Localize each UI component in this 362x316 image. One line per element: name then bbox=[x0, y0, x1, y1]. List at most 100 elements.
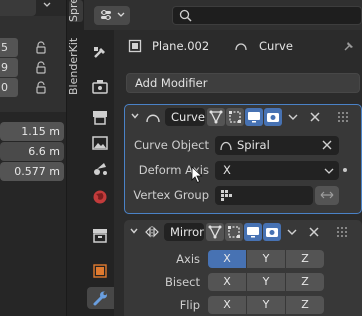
flip-x-toggle[interactable]: X bbox=[208, 296, 246, 314]
editor-type-button[interactable] bbox=[94, 6, 130, 25]
curve-object-value: Spiral bbox=[237, 138, 270, 152]
view-layer-icon bbox=[89, 136, 111, 157]
axis-label: Axis bbox=[176, 252, 200, 266]
axis-z-toggle[interactable]: Z bbox=[286, 250, 324, 268]
tool-icon bbox=[89, 47, 111, 67]
render-toggle[interactable] bbox=[263, 223, 281, 241]
search-icon bbox=[179, 9, 193, 26]
invert-vertex-group-button[interactable] bbox=[315, 186, 339, 205]
object-icon bbox=[89, 264, 111, 285]
vertex-group-field[interactable] bbox=[215, 186, 313, 205]
tab-object[interactable] bbox=[89, 260, 111, 282]
viewport-display-toggle[interactable] bbox=[244, 223, 262, 241]
collapse-chevron-icon[interactable] bbox=[129, 110, 141, 125]
tab-collection[interactable] bbox=[89, 224, 111, 246]
cage-toggle[interactable] bbox=[225, 223, 243, 241]
animate-property-dot[interactable] bbox=[343, 168, 347, 172]
dimension-z-field[interactable]: 0.577 m bbox=[0, 162, 64, 181]
curve-object-field[interactable]: Spiral bbox=[215, 136, 339, 155]
cage-icon bbox=[226, 111, 244, 129]
lock-icon[interactable] bbox=[34, 61, 48, 75]
dropdown-chevron-icon[interactable] bbox=[286, 110, 300, 127]
tab-world[interactable] bbox=[89, 186, 111, 208]
transform-row: 0 bbox=[0, 78, 54, 97]
axis-x-toggle[interactable]: X bbox=[208, 250, 246, 268]
tab-sprea-label: Sprea bbox=[67, 0, 80, 22]
pin-icon[interactable] bbox=[342, 39, 356, 56]
render-icon bbox=[89, 80, 111, 101]
viewport-display-toggle[interactable] bbox=[245, 108, 263, 126]
tab-render[interactable] bbox=[89, 76, 111, 98]
bisect-z-toggle[interactable]: Z bbox=[286, 273, 324, 291]
deform-axis-dropdown[interactable]: X bbox=[215, 161, 339, 180]
transform-row: 5 bbox=[0, 38, 54, 57]
close-icon[interactable] bbox=[308, 110, 322, 127]
close-icon[interactable] bbox=[307, 225, 321, 242]
collection-icon bbox=[89, 229, 111, 249]
chevron-down-icon[interactable] bbox=[40, 0, 54, 14]
tab-sprea[interactable]: Sprea bbox=[67, 0, 83, 22]
vertex-group-label: Vertex Group bbox=[133, 188, 209, 202]
world-icon bbox=[89, 190, 111, 211]
tab-tool[interactable] bbox=[89, 42, 111, 64]
edit-mode-icon bbox=[207, 110, 225, 129]
output-icon bbox=[89, 111, 111, 131]
sidebar-tab-strip: Sprea BlenderKit bbox=[66, 0, 84, 316]
properties-header bbox=[84, 0, 362, 30]
mirror-modifier-panel: Mirror Axis X Y Z Bisect X Y Z Flip X Y … bbox=[124, 220, 362, 316]
object-name: Plane.002 bbox=[152, 39, 210, 53]
curve-modifier-header: Curve bbox=[125, 105, 361, 129]
curve-data-icon bbox=[219, 138, 233, 158]
chevron-down-icon bbox=[323, 164, 335, 183]
flip-label: Flip bbox=[179, 298, 200, 312]
dropdown-chevron-icon[interactable] bbox=[285, 225, 299, 242]
flip-y-toggle[interactable]: Y bbox=[247, 296, 285, 314]
mouse-cursor-icon bbox=[191, 166, 203, 187]
sidebar-top-button[interactable] bbox=[0, 0, 36, 16]
transform-value-field[interactable]: 0 bbox=[0, 78, 18, 97]
modifier-context-name: Curve bbox=[259, 39, 293, 53]
tab-blenderkit[interactable]: BlenderKit bbox=[67, 36, 85, 96]
lock-icon[interactable] bbox=[34, 41, 48, 55]
flip-z-toggle[interactable]: Z bbox=[286, 296, 324, 314]
modifier-name-field[interactable]: Curve bbox=[165, 108, 205, 126]
properties-editor: Plane.002 Curve Add Modifier Curve Curve… bbox=[84, 0, 362, 316]
drag-handle-icon[interactable] bbox=[334, 225, 348, 242]
scene-icon bbox=[89, 163, 111, 183]
bisect-y-toggle[interactable]: Y bbox=[247, 273, 285, 291]
edit-mode-toggle[interactable] bbox=[207, 108, 225, 126]
viewport-sidebar: 5 9 0 1.15 m 6.6 m 0.577 m bbox=[0, 0, 66, 316]
clear-field-icon[interactable] bbox=[320, 138, 334, 158]
axis-y-toggle[interactable]: Y bbox=[247, 250, 285, 268]
transform-value-field[interactable]: 5 bbox=[0, 38, 18, 57]
edit-mode-toggle[interactable] bbox=[206, 223, 224, 241]
monitor-icon bbox=[244, 227, 262, 244]
wrench-icon bbox=[89, 287, 111, 312]
tab-output[interactable] bbox=[89, 106, 111, 128]
camera-icon bbox=[263, 228, 281, 244]
cage-toggle[interactable] bbox=[226, 108, 244, 126]
transform-row: 9 bbox=[0, 58, 54, 77]
collapse-chevron-icon[interactable] bbox=[128, 225, 140, 240]
curve-modifier-icon bbox=[145, 109, 161, 128]
drag-handle-icon[interactable] bbox=[335, 110, 349, 127]
dimension-x-field[interactable]: 1.15 m bbox=[0, 122, 64, 141]
render-toggle[interactable] bbox=[264, 108, 282, 126]
tab-scene[interactable] bbox=[89, 158, 111, 180]
search-input[interactable] bbox=[172, 6, 362, 25]
cage-icon bbox=[225, 226, 243, 244]
edit-mode-icon bbox=[206, 225, 224, 244]
curve-modifier-panel: Curve Curve Object Spiral Deform Axis X … bbox=[124, 104, 362, 214]
transform-value-field[interactable]: 9 bbox=[0, 58, 18, 77]
curve-object-label: Curve Object bbox=[133, 138, 209, 152]
bisect-x-toggle[interactable]: X bbox=[208, 273, 246, 291]
tab-view-layer[interactable] bbox=[89, 132, 111, 154]
lock-icon[interactable] bbox=[34, 81, 48, 95]
dimension-y-field[interactable]: 6.6 m bbox=[0, 142, 64, 161]
camera-icon bbox=[264, 113, 282, 129]
curve-icon bbox=[234, 39, 248, 56]
modifier-name-field[interactable]: Mirror bbox=[164, 223, 204, 241]
monitor-icon bbox=[245, 112, 263, 129]
modifier-properties: Plane.002 Curve Add Modifier Curve Curve… bbox=[114, 30, 362, 316]
add-modifier-button[interactable]: Add Modifier bbox=[126, 73, 360, 93]
